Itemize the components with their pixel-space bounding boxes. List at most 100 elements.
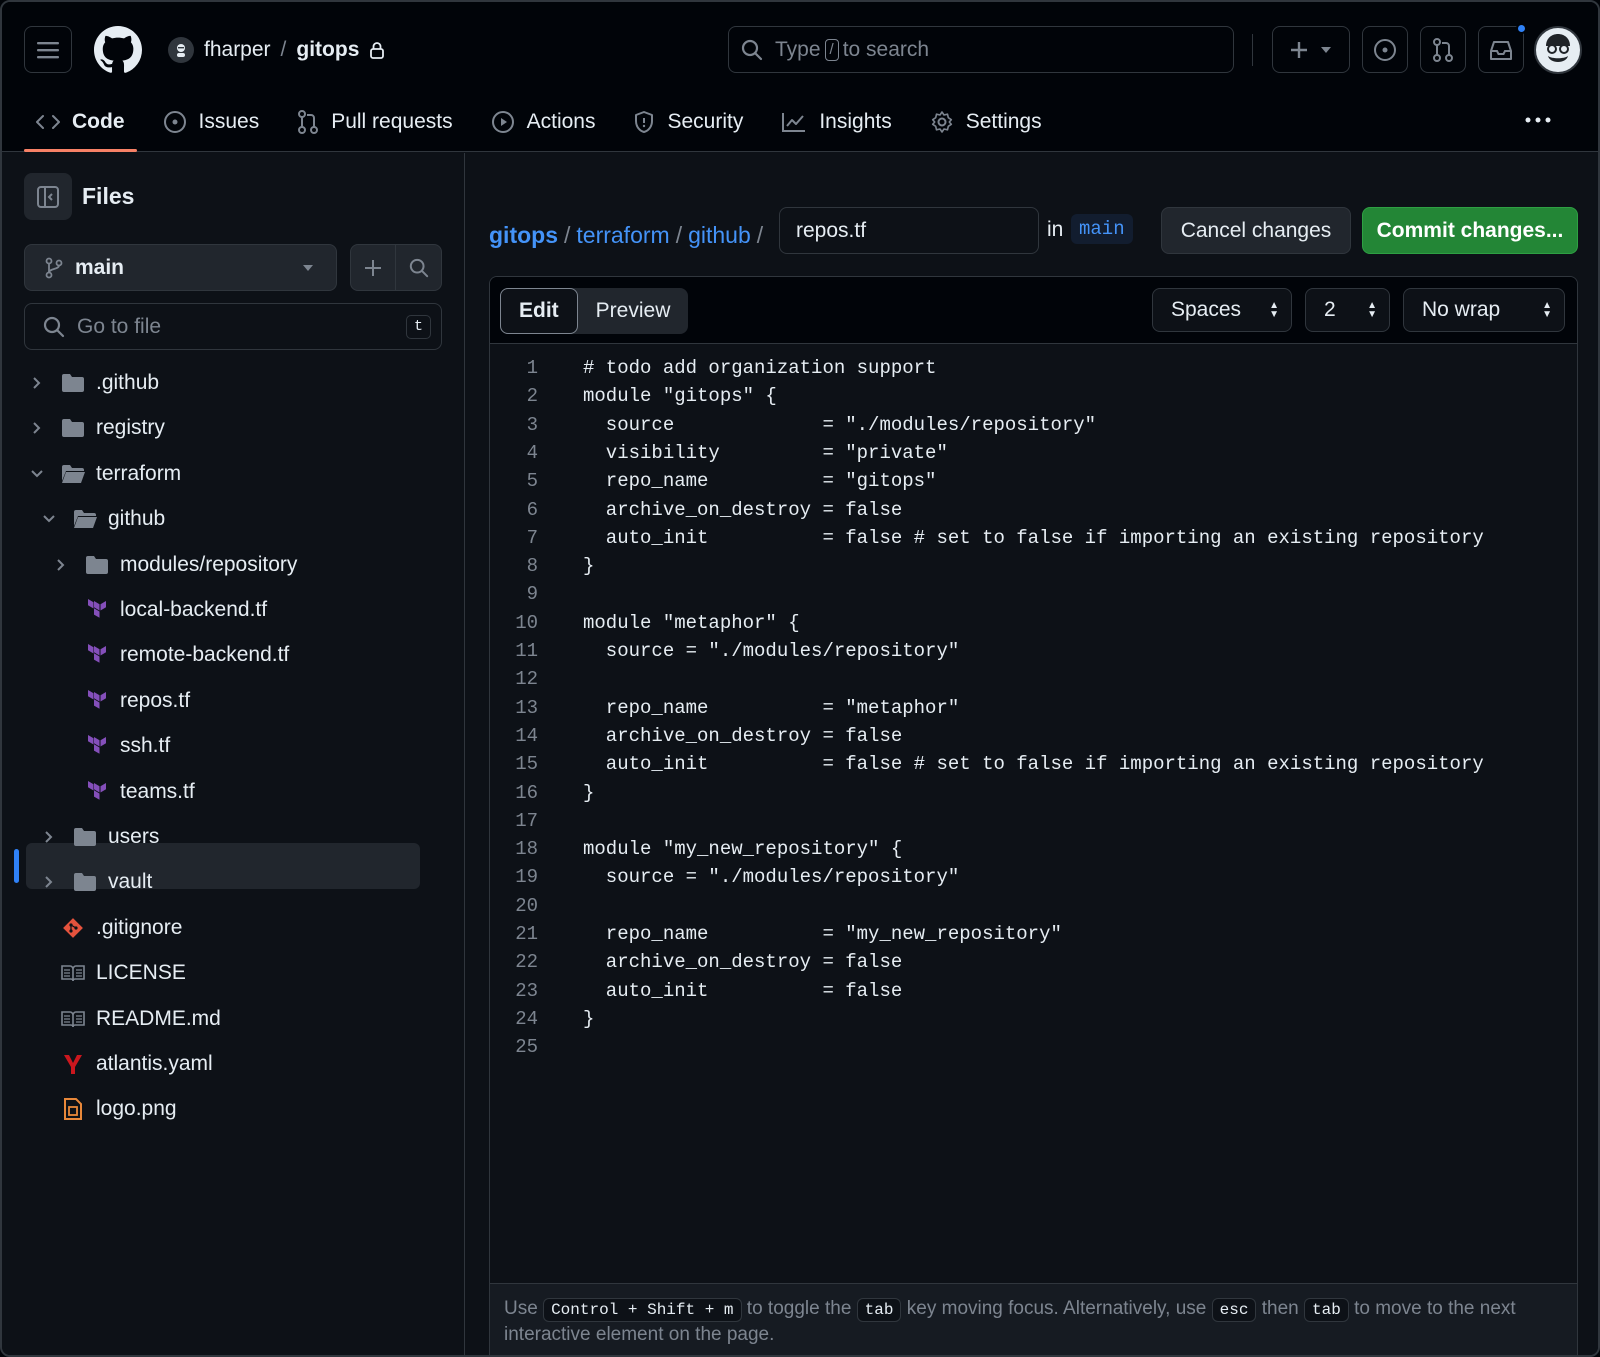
global-header: fharper / gitops Type / to search Code I… [2, 2, 1598, 152]
chevron-down-icon[interactable] [26, 469, 48, 479]
indent-mode-select[interactable]: Spaces ▲ ▼ [1152, 288, 1292, 332]
code-line[interactable]: archive_on_destroy = false [583, 725, 902, 747]
code-line[interactable]: auto_init = false # set to false if impo… [583, 527, 1484, 549]
code-line[interactable]: } [583, 555, 594, 577]
repo-link[interactable]: gitops [296, 38, 359, 62]
chevron-right-icon[interactable] [38, 830, 60, 844]
go-to-file-input[interactable]: Go to file t [24, 303, 442, 350]
tree-file-item[interactable]: teams.tf [50, 770, 195, 814]
tree-folder-item[interactable]: github [38, 497, 165, 541]
tree-folder-item[interactable]: .github [26, 361, 159, 405]
tree-folder-item[interactable]: vault [38, 860, 152, 904]
preview-tab[interactable]: Preview [578, 288, 689, 334]
code-line[interactable]: archive_on_destroy = false [583, 951, 902, 973]
filename-input[interactable]: repos.tf [779, 207, 1039, 254]
search-files-button[interactable] [396, 245, 441, 290]
tree-folder-item[interactable]: registry [26, 406, 165, 450]
tab-issues[interactable]: Issues [151, 92, 272, 152]
indent-size-select[interactable]: 2 ▲ ▼ [1305, 288, 1390, 332]
code-line[interactable]: # todo add organization support [583, 357, 936, 379]
user-avatar[interactable] [1534, 26, 1582, 74]
tab-pull-requests[interactable]: Pull requests [285, 92, 464, 152]
tree-file-item[interactable]: logo.png [26, 1087, 177, 1131]
go-to-file-key-hint: t [405, 315, 431, 339]
tree-item-label: teams.tf [120, 779, 195, 803]
cancel-changes-button[interactable]: Cancel changes [1161, 207, 1351, 254]
repo-path: fharper / gitops [168, 30, 385, 70]
chevron-right-icon[interactable] [38, 875, 60, 889]
hamburger-menu-button[interactable] [24, 26, 72, 73]
kebab-horizontal-icon [1525, 117, 1551, 123]
code-line[interactable]: module "metaphor" { [583, 612, 800, 634]
tab-actions[interactable]: Actions [479, 92, 608, 152]
issues-button[interactable] [1362, 26, 1408, 73]
code-line[interactable]: module "my_new_repository" { [583, 838, 902, 860]
code-line[interactable]: source = "./modules/repository" [583, 414, 1096, 436]
code-line[interactable]: repo_name = "my_new_repository" [583, 923, 1062, 945]
add-file-button[interactable] [351, 245, 397, 290]
tree-file-item[interactable]: local-backend.tf [50, 588, 267, 632]
code-line[interactable]: module "gitops" { [583, 385, 777, 407]
indent-mode-value: Spaces [1171, 298, 1242, 321]
tree-item-label: users [108, 825, 160, 848]
chevron-right-icon[interactable] [26, 421, 48, 435]
inbox-button[interactable] [1478, 23, 1527, 73]
three-bars-icon [37, 41, 59, 58]
tab-settings[interactable]: Settings [918, 92, 1054, 152]
code-line[interactable]: } [583, 782, 594, 804]
github-logo-icon[interactable] [94, 26, 142, 74]
code-line[interactable]: source = "./modules/repository" [583, 866, 959, 888]
tree-folder-item[interactable]: terraform [26, 452, 181, 496]
breadcrumb-repo-link[interactable]: gitops [489, 222, 558, 249]
code-icon [36, 115, 60, 129]
code-line[interactable]: repo_name = "metaphor" [583, 697, 959, 719]
global-search-input[interactable]: Type / to search [728, 26, 1234, 73]
issue-opened-icon [163, 111, 186, 133]
file-directory-open-icon [60, 464, 86, 484]
editor-toolbar: Edit Preview Spaces ▲ ▼ 2 ▲ ▼ No wrap ▲ ▼ [490, 277, 1577, 344]
branch-selector[interactable]: main [24, 244, 337, 291]
tree-file-item[interactable]: .gitignore [26, 906, 182, 950]
tree-folder-item[interactable]: modules/repository [50, 543, 297, 587]
tree-file-item[interactable]: LICENSE [26, 951, 186, 995]
select-arrows-icon: ▲ ▼ [1269, 300, 1279, 320]
wrap-mode-select[interactable]: No wrap ▲ ▼ [1403, 288, 1565, 332]
pull-requests-button[interactable] [1420, 26, 1466, 73]
tree-file-item[interactable]: ssh.tf [50, 724, 170, 768]
go-to-file-placeholder: Go to file [77, 314, 162, 338]
code-line[interactable]: } [583, 1008, 594, 1030]
code-line[interactable]: source = "./modules/repository" [583, 640, 959, 662]
commit-changes-button[interactable]: Commit changes... [1362, 207, 1578, 254]
code-line[interactable]: repo_name = "gitops" [583, 470, 937, 492]
tree-file-item[interactable]: atlantis.yaml [26, 1042, 213, 1086]
indent-size-value: 2 [1324, 298, 1336, 321]
code-line[interactable]: auto_init = false # set to false if impo… [583, 753, 1484, 775]
breadcrumb-github-link[interactable]: github [688, 222, 751, 249]
line-number: 15 [515, 753, 538, 776]
chevron-down-icon[interactable] [38, 514, 60, 524]
tab-insights[interactable]: Insights [769, 92, 903, 152]
code-area[interactable]: 1 # todo add organization support 2 module … [490, 345, 1577, 1285]
tab-security[interactable]: Security [621, 92, 755, 152]
terraform-file-icon [84, 780, 110, 803]
code-line[interactable]: archive_on_destroy = false [583, 499, 902, 521]
owner-link[interactable]: fharper [204, 38, 271, 62]
tree-file-item[interactable]: README.md [26, 997, 221, 1041]
collapse-sidebar-button[interactable] [24, 173, 72, 220]
line-number: 25 [515, 1036, 538, 1059]
tree-file-item[interactable]: remote-backend.tf [50, 633, 289, 677]
more-options-button[interactable] [1520, 106, 1556, 134]
terraform-file-icon [84, 644, 110, 666]
breadcrumb-terraform-link[interactable]: terraform [576, 222, 669, 249]
code-line[interactable]: visibility = "private" [583, 442, 948, 464]
chevron-right-icon[interactable] [26, 376, 48, 390]
tree-file-item[interactable]: repos.tf [50, 679, 190, 723]
line-number: 21 [515, 923, 538, 945]
tree-folder-item[interactable]: users [38, 815, 159, 859]
code-line[interactable]: auto_init = false [583, 980, 902, 1002]
create-new-button[interactable] [1272, 26, 1350, 73]
tree-item-label: vault [108, 870, 153, 894]
tab-code[interactable]: Code [24, 92, 137, 152]
edit-tab[interactable]: Edit [500, 288, 578, 334]
chevron-right-icon[interactable] [50, 558, 72, 572]
